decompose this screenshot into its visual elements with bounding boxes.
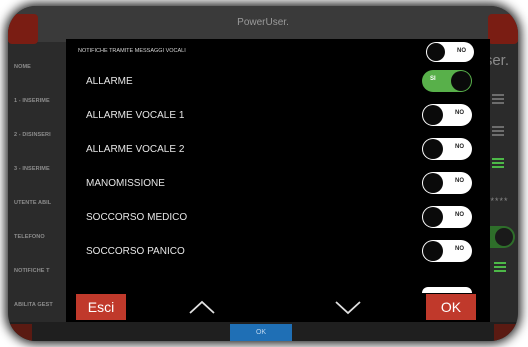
row-label: SOCCORSO PANICO (86, 246, 185, 257)
dialog-header-label: NOTIFICHE TRAMITE MESSAGGI VOCALI (78, 48, 186, 54)
device-screen: PowerUser. NOME 1 - INSERIME 2 - DISINSE… (8, 6, 518, 341)
bg-label-abilita-gestione: ABILITA GEST (14, 302, 53, 308)
header-toggle[interactable]: NO (426, 42, 474, 62)
toggle-soccorso-panico[interactable]: NO (422, 240, 472, 262)
toggle-knob (423, 105, 443, 125)
toggle-soccorso-medico[interactable]: NO (422, 206, 472, 228)
chevron-down-icon[interactable] (334, 299, 362, 315)
bg-label-telefono: TELEFONO (14, 234, 45, 240)
row-label: ALLARME VOCALE 2 (86, 144, 185, 155)
row-allarme-vocale-1: ALLARME VOCALE 1 NO (66, 98, 490, 132)
bg-menu-icon[interactable] (492, 126, 504, 136)
bg-label-disinserimento-2: 2 - DISINSERI (14, 132, 51, 138)
esci-button[interactable]: Esci (76, 294, 126, 320)
row-label: SOCCORSO MEDICO (86, 212, 188, 223)
toggle-allarme-vocale-2[interactable]: NO (422, 138, 472, 160)
app-top-bar: PowerUser. (8, 6, 518, 44)
bottom-right-button[interactable] (494, 324, 518, 341)
chevron-up-icon[interactable] (188, 299, 216, 315)
row-manomissione: MANOMISSIONE NO (66, 166, 490, 200)
bg-menu-icon-green[interactable] (494, 262, 506, 272)
row-soccorso-panico: SOCCORSO PANICO NO (66, 234, 490, 268)
toggle-state-label: NO (455, 144, 464, 150)
toggle-knob (423, 139, 443, 159)
background-settings-labels: NOME 1 - INSERIME 2 - DISINSERI 3 - INSE… (8, 42, 66, 322)
toggle-state-label: NO (455, 178, 464, 184)
toggle-state-label: NO (455, 110, 464, 116)
bg-menu-icon-green[interactable] (492, 158, 504, 168)
toggle-knob (427, 43, 445, 61)
dialog-footer: Esci OK (66, 291, 490, 322)
bottom-left-button[interactable] (8, 324, 32, 341)
row-soccorso-medico: SOCCORSO MEDICO NO (66, 200, 490, 234)
row-label: ALLARME (86, 76, 133, 87)
app-title: PowerUser. (237, 17, 289, 28)
dialog-header: NOTIFICHE TRAMITE MESSAGGI VOCALI NO (66, 39, 490, 63)
toggle-state-label: NO (455, 212, 464, 218)
bg-label-utente-abilitato: UTENTE ABIL (14, 200, 52, 206)
screenshot-frame: PowerUser. NOME 1 - INSERIME 2 - DISINSE… (0, 0, 528, 347)
row-allarme-vocale-2: ALLARME VOCALE 2 NO (66, 132, 490, 166)
bg-menu-icon[interactable] (492, 94, 504, 104)
top-right-button[interactable] (488, 14, 518, 44)
row-allarme: ALLARME SI (66, 64, 490, 98)
bg-label-notifiche: NOTIFICHE T (14, 268, 50, 274)
toggle-knob (451, 71, 471, 91)
toggle-knob (423, 173, 443, 193)
toggle-allarme[interactable]: SI (422, 70, 472, 92)
toggle-state-label: NO (455, 246, 464, 252)
row-label: ALLARME VOCALE 1 (86, 110, 185, 121)
row-label: MANOMISSIONE (86, 178, 165, 189)
toggle-state-label: SI (430, 76, 436, 82)
toggle-allarme-vocale-1[interactable]: NO (422, 104, 472, 126)
toggle-manomissione[interactable]: NO (422, 172, 472, 194)
toggle-knob (423, 207, 443, 227)
voice-notifications-dialog: NOTIFICHE TRAMITE MESSAGGI VOCALI NO ALL… (66, 39, 490, 322)
background-ok-button[interactable]: OK (230, 324, 292, 341)
toggle-state-label: NO (457, 48, 466, 54)
bg-label-inserimento-3: 3 - INSERIME (14, 166, 50, 172)
toggle-knob (423, 241, 443, 261)
ok-button[interactable]: OK (426, 294, 476, 320)
bg-label-nome: NOME (14, 64, 31, 70)
bg-label-inserimento-1: 1 - INSERIME (14, 98, 50, 104)
